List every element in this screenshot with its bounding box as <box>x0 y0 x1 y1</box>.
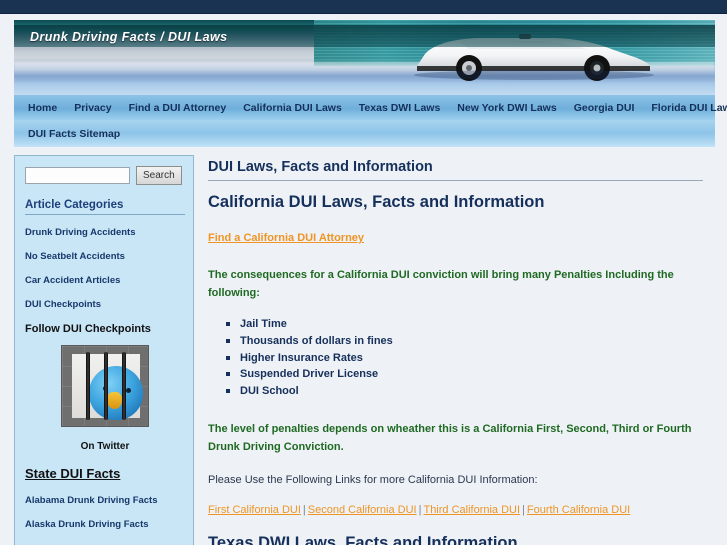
site-banner: Drunk Driving Facts / DUI Laws <box>14 20 715 95</box>
list-item: Jail Time <box>226 316 703 333</box>
main-navigation: Home Privacy Find a DUI Attorney Califor… <box>14 95 727 147</box>
nav-item-home[interactable]: Home <box>28 102 57 114</box>
nav-row-primary: Home Privacy Find a DUI Attorney Califor… <box>14 95 727 121</box>
links-intro-paragraph: Please Use the Following Links for more … <box>208 473 538 486</box>
nav-item-california-dui-laws[interactable]: California DUI Laws <box>243 102 342 114</box>
sidebar-link-drunk-driving-accidents[interactable]: Drunk Driving Accidents <box>25 227 185 238</box>
browser-top-strip <box>0 0 727 14</box>
sidebar-link-alaska-drunk-driving-facts[interactable]: Alaska Drunk Driving Facts <box>25 519 185 530</box>
twitter-bird-behind-bars-icon[interactable] <box>61 345 149 427</box>
nav-item-texas-dwi-laws[interactable]: Texas DWI Laws <box>359 102 441 114</box>
list-item: Thousands of dollars in fines <box>226 333 703 350</box>
sidebar-link-alabama-drunk-driving-facts[interactable]: Alabama Drunk Driving Facts <box>25 495 185 506</box>
list-item: DUI School <box>226 383 703 400</box>
site-container: Drunk Driving Facts / DUI Laws Home Priv… <box>14 20 727 545</box>
sidebar-link-dui-checkpoints[interactable]: DUI Checkpoints <box>25 299 185 310</box>
page-title: DUI Laws, Facts and Information <box>208 159 703 181</box>
sidebar-link-no-seatbelt-accidents[interactable]: No Seatbelt Accidents <box>25 251 185 262</box>
bird-eye-right-icon <box>126 388 131 393</box>
california-section-heading: California DUI Laws, Facts and Informati… <box>208 193 545 211</box>
link-separator: | <box>418 503 422 516</box>
list-item: Suspended Driver License <box>226 366 703 383</box>
link-separator: | <box>302 503 306 516</box>
nav-row-secondary: DUI Facts Sitemap <box>14 121 715 147</box>
link-separator: | <box>522 503 525 516</box>
nav-item-dui-facts-sitemap[interactable]: DUI Facts Sitemap <box>28 128 120 140</box>
bird-beak-icon <box>107 392 122 409</box>
first-california-dui-link[interactable]: First California DUI <box>208 504 301 516</box>
jail-bar-1-icon <box>86 352 90 420</box>
jail-bar-2-icon <box>104 352 108 420</box>
nav-item-georgia-dui[interactable]: Georgia DUI <box>574 102 635 114</box>
nav-item-privacy[interactable]: Privacy <box>74 102 111 114</box>
second-california-dui-link[interactable]: Second California DUI <box>308 504 417 516</box>
fourth-california-dui-link[interactable]: Fourth California DUI <box>527 504 630 516</box>
state-dui-facts-heading: State DUI Facts <box>25 466 121 481</box>
list-item: Higher Insurance Rates <box>226 350 703 367</box>
content-columns: Search Article Categories Drunk Driving … <box>14 155 715 545</box>
nav-item-find-a-dui-attorney[interactable]: Find a DUI Attorney <box>129 102 227 114</box>
sidebar: Search Article Categories Drunk Driving … <box>14 155 194 545</box>
nav-item-new-york-dwi-laws[interactable]: New York DWI Laws <box>457 102 556 114</box>
nav-item-florida-dui-laws[interactable]: Florida DUI Laws <box>651 102 727 114</box>
jail-bar-3-icon <box>122 352 126 420</box>
penalty-level-paragraph: The level of penalties depends on wheath… <box>208 422 692 453</box>
search-input[interactable] <box>25 167 130 184</box>
on-twitter-label: On Twitter <box>80 441 130 452</box>
penalties-list: Jail Time Thousands of dollars in fines … <box>208 316 703 400</box>
search-form: Search <box>25 166 185 185</box>
texas-section-heading: Texas DWI Laws, Facts and Information <box>208 533 518 545</box>
consequences-paragraph: The consequences for a California DUI co… <box>208 269 674 299</box>
site-title: Drunk Driving Facts / DUI Laws <box>30 30 228 44</box>
sidebar-link-car-accident-articles[interactable]: Car Accident Articles <box>25 275 185 286</box>
page-root: Drunk Driving Facts / DUI Laws Home Priv… <box>0 0 727 545</box>
follow-dui-checkpoints-heading: Follow DUI Checkpoints <box>25 323 151 335</box>
third-california-dui-link[interactable]: Third California DUI <box>423 504 520 516</box>
find-california-dui-attorney-link[interactable]: Find a California DUI Attorney <box>208 232 364 244</box>
search-button[interactable]: Search <box>136 166 182 185</box>
article-categories-heading: Article Categories <box>25 199 185 215</box>
conviction-links-row: First California DUI | Second California D… <box>208 504 703 516</box>
main-content: DUI Laws, Facts and Information Californ… <box>194 155 715 545</box>
